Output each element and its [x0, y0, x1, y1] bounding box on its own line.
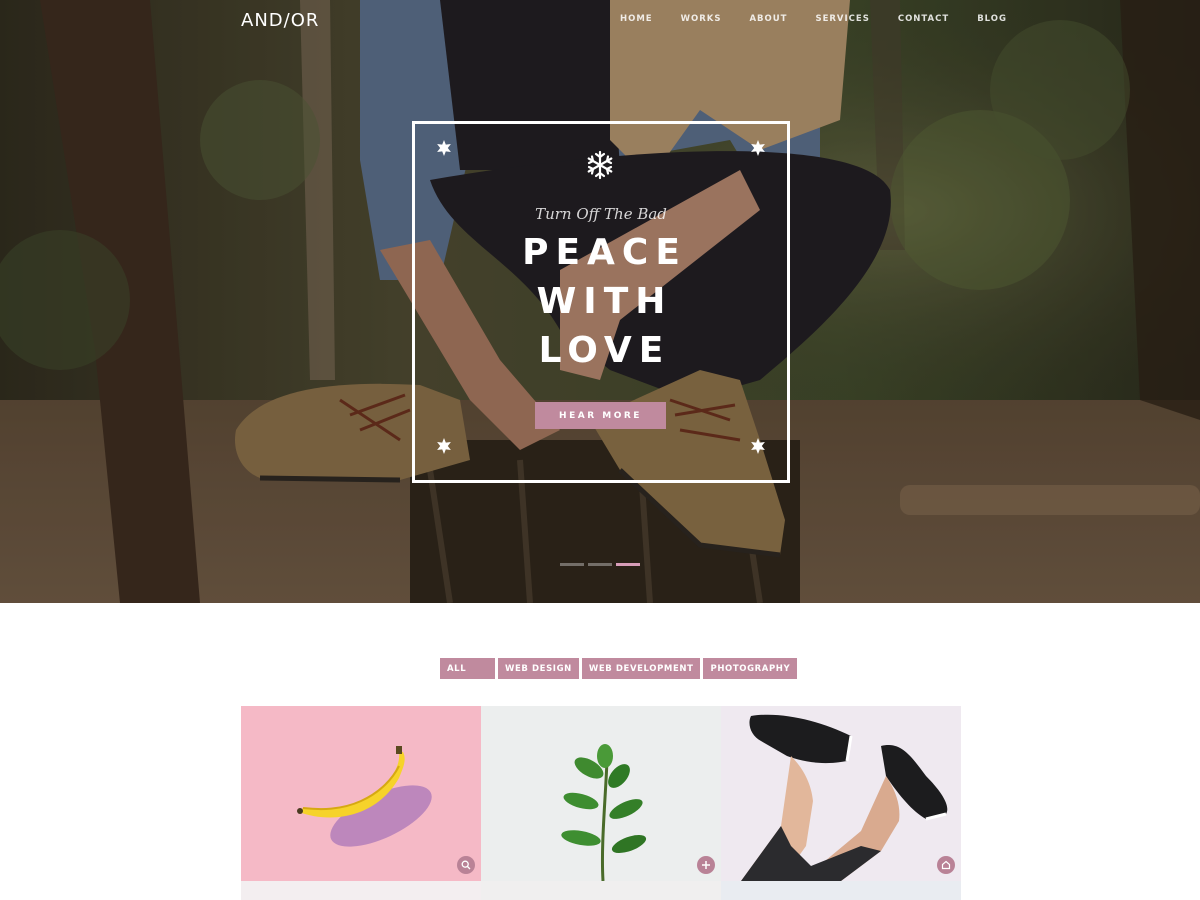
snowflake-icon: [587, 150, 613, 180]
slider-pagination: [560, 563, 640, 566]
headline-line: LOVE: [538, 330, 671, 371]
link-icon[interactable]: [937, 856, 955, 874]
star-ornament-icon: [437, 438, 451, 454]
slide-dot[interactable]: [560, 563, 584, 566]
slide-dot-active[interactable]: [616, 563, 640, 566]
search-icon[interactable]: [457, 856, 475, 874]
portfolio-filters: ALL WEB DESIGN WEB DEVELOPMENT PHOTOGRAP…: [440, 658, 798, 679]
portfolio-tile-banana[interactable]: [241, 706, 481, 881]
filter-photography[interactable]: PHOTOGRAPHY: [703, 658, 798, 679]
headline-line: PEACE: [522, 232, 687, 273]
hear-more-button[interactable]: HEAR MORE: [535, 402, 666, 429]
portfolio-grid: [241, 706, 961, 900]
portfolio-tile-sneakers[interactable]: [721, 706, 961, 881]
portfolio-tile[interactable]: [241, 881, 481, 900]
star-ornament-icon: [751, 438, 765, 454]
slide-dot[interactable]: [588, 563, 612, 566]
portfolio-tile-plant[interactable]: [481, 706, 721, 881]
nav-home[interactable]: HOME: [606, 14, 667, 24]
portfolio-tile[interactable]: [721, 881, 961, 900]
plus-icon[interactable]: [697, 856, 715, 874]
hero-tagline: Turn Off The Bad: [535, 205, 667, 223]
nav-works[interactable]: WORKS: [667, 14, 736, 24]
banana-image: [297, 746, 432, 847]
filter-all[interactable]: ALL: [440, 658, 495, 679]
main-nav: HOME WORKS ABOUT SERVICES CONTACT BLOG: [606, 14, 1021, 24]
star-ornament-icon: [751, 140, 765, 156]
nav-about[interactable]: ABOUT: [735, 14, 801, 24]
nav-blog[interactable]: BLOG: [963, 14, 1021, 24]
filter-web-design[interactable]: WEB DESIGN: [498, 658, 579, 679]
headline-line: WITH: [536, 281, 673, 322]
hero-section: AND/OR HOME WORKS ABOUT SERVICES CONTACT…: [0, 0, 1200, 603]
brand-logo[interactable]: AND/OR: [241, 10, 319, 31]
filter-web-development[interactable]: WEB DEVELOPMENT: [581, 658, 701, 679]
hero-headline: PEACE WITH LOVE: [412, 228, 790, 375]
sneakers-image: [741, 714, 948, 881]
nav-services[interactable]: SERVICES: [801, 14, 883, 24]
plant-image: [561, 744, 647, 881]
star-ornament-icon: [437, 140, 451, 156]
nav-contact[interactable]: CONTACT: [884, 14, 963, 24]
portfolio-tile[interactable]: [481, 881, 721, 900]
